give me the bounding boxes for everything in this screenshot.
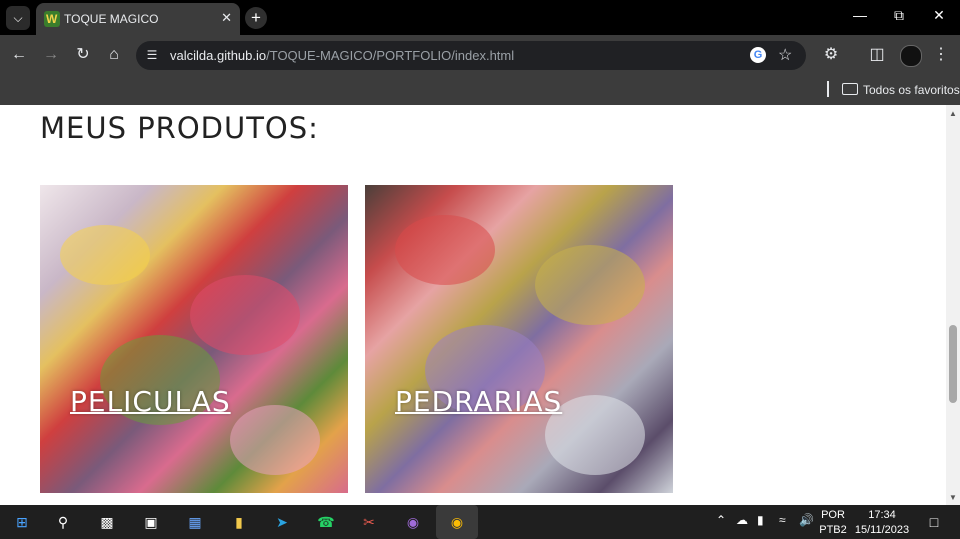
plus-icon[interactable]: + (245, 7, 267, 29)
explorer-icon[interactable]: ▮ (227, 510, 251, 534)
clock[interactable]: 17:34 15/11/2023 (852, 508, 912, 538)
photo-detail (230, 405, 320, 475)
github-icon[interactable]: ◉ (401, 510, 425, 534)
whatsapp-icon[interactable]: ☎ (314, 510, 338, 534)
windows-start-icon[interactable]: ⊞ (10, 510, 34, 534)
keyboard-layout: PTB2 (819, 524, 847, 536)
product-card-peliculas[interactable]: PELICULAS (40, 185, 348, 493)
site-info-icon[interactable]: ☰ (144, 47, 160, 63)
page-scrollbar[interactable]: ▲ ▼ (946, 105, 960, 505)
wifi-icon[interactable]: ≈ (779, 513, 786, 527)
clock-date: 15/11/2023 (854, 524, 910, 536)
windows-taskbar: ⊞ ⚲ ▩ ▣ ▦ ▮ ➤ ☎ ✂ ◉ ◉ ⌃ ☁ ▮ ≈ 🔊 POR PTB2… (0, 505, 960, 539)
divider (827, 81, 829, 97)
telegram-icon[interactable]: ➤ (270, 510, 294, 534)
language-indicator[interactable]: POR PTB2 (818, 508, 848, 538)
tab-search-icon[interactable]: ⌵ (6, 6, 30, 30)
scroll-up-icon[interactable]: ▲ (949, 109, 957, 118)
product-card-pedrarias[interactable]: PEDRARIAS (365, 185, 673, 493)
snip-icon[interactable]: ✂ (357, 510, 381, 534)
photo-detail (60, 225, 150, 285)
tab-active[interactable]: TOQUE MAGICO ✕ (36, 3, 240, 35)
google-icon[interactable]: G (750, 47, 766, 63)
back-icon[interactable]: ← (8, 44, 30, 66)
tab-strip: ⌵ TOQUE MAGICO ✕ + — ⧉ ✕ (0, 0, 960, 35)
close-window-icon[interactable]: ✕ (929, 7, 949, 24)
card-link-peliculas[interactable]: PELICULAS (70, 385, 231, 418)
cloud-icon[interactable]: ☁ (736, 513, 748, 527)
forward-icon[interactable]: → (40, 44, 62, 66)
photo-detail (535, 245, 645, 325)
star-icon[interactable]: ☆ (778, 45, 792, 65)
speaker-icon[interactable]: 🔊 (799, 513, 814, 527)
language-code: POR (821, 509, 845, 521)
tab-title: TOQUE MAGICO (64, 12, 159, 26)
battery-icon[interactable]: ▮ (757, 513, 764, 527)
scroll-down-icon[interactable]: ▼ (949, 493, 957, 502)
page-viewport: MEUS PRODUTOS: PELICULAS PEDRARIAS (0, 105, 946, 505)
clock-time: 17:34 (868, 509, 896, 521)
terminal-icon[interactable]: ▩ (95, 510, 119, 534)
site-favicon (44, 11, 60, 27)
card-link-pedrarias[interactable]: PEDRARIAS (395, 385, 562, 418)
scroll-thumb[interactable] (949, 325, 957, 403)
search-icon[interactable]: ⚲ (51, 510, 75, 534)
url-text[interactable]: valcilda.github.io/TOQUE-MAGICO/PORTFOLI… (170, 48, 514, 63)
folder-icon[interactable] (842, 83, 858, 95)
all-bookmarks-link[interactable]: Todos os favoritos (863, 83, 960, 97)
home-icon[interactable]: ⌂ (103, 44, 125, 66)
extensions-icon[interactable]: ⚙ (820, 44, 842, 66)
sidepanel-icon[interactable]: ◫ (866, 44, 888, 66)
close-icon[interactable]: ✕ (221, 10, 232, 26)
restore-icon[interactable]: ⧉ (889, 7, 909, 24)
files-icon[interactable]: ▣ (139, 510, 163, 534)
reload-icon[interactable]: ↻ (72, 44, 94, 66)
photo-detail (395, 215, 495, 285)
kebab-menu-icon[interactable]: ⋮ (930, 44, 952, 66)
photo-detail (190, 275, 300, 355)
chrome-icon[interactable]: ◉ (436, 505, 478, 539)
store-icon[interactable]: ▦ (183, 510, 207, 534)
bookmarks-bar: Todos os favoritos (0, 75, 960, 105)
browser-toolbar: ← → ↻ ⌂ ☰ valcilda.github.io/TOQUE-MAGIC… (0, 35, 960, 75)
page-title: MEUS PRODUTOS: (40, 111, 319, 145)
address-bar[interactable]: ☰ valcilda.github.io/TOQUE-MAGICO/PORTFO… (136, 41, 806, 70)
chevron-up-icon[interactable]: ⌃ (716, 513, 726, 527)
minimize-icon[interactable]: — (850, 7, 870, 23)
notification-icon[interactable]: □ (922, 510, 946, 534)
profile-avatar[interactable] (900, 45, 922, 67)
